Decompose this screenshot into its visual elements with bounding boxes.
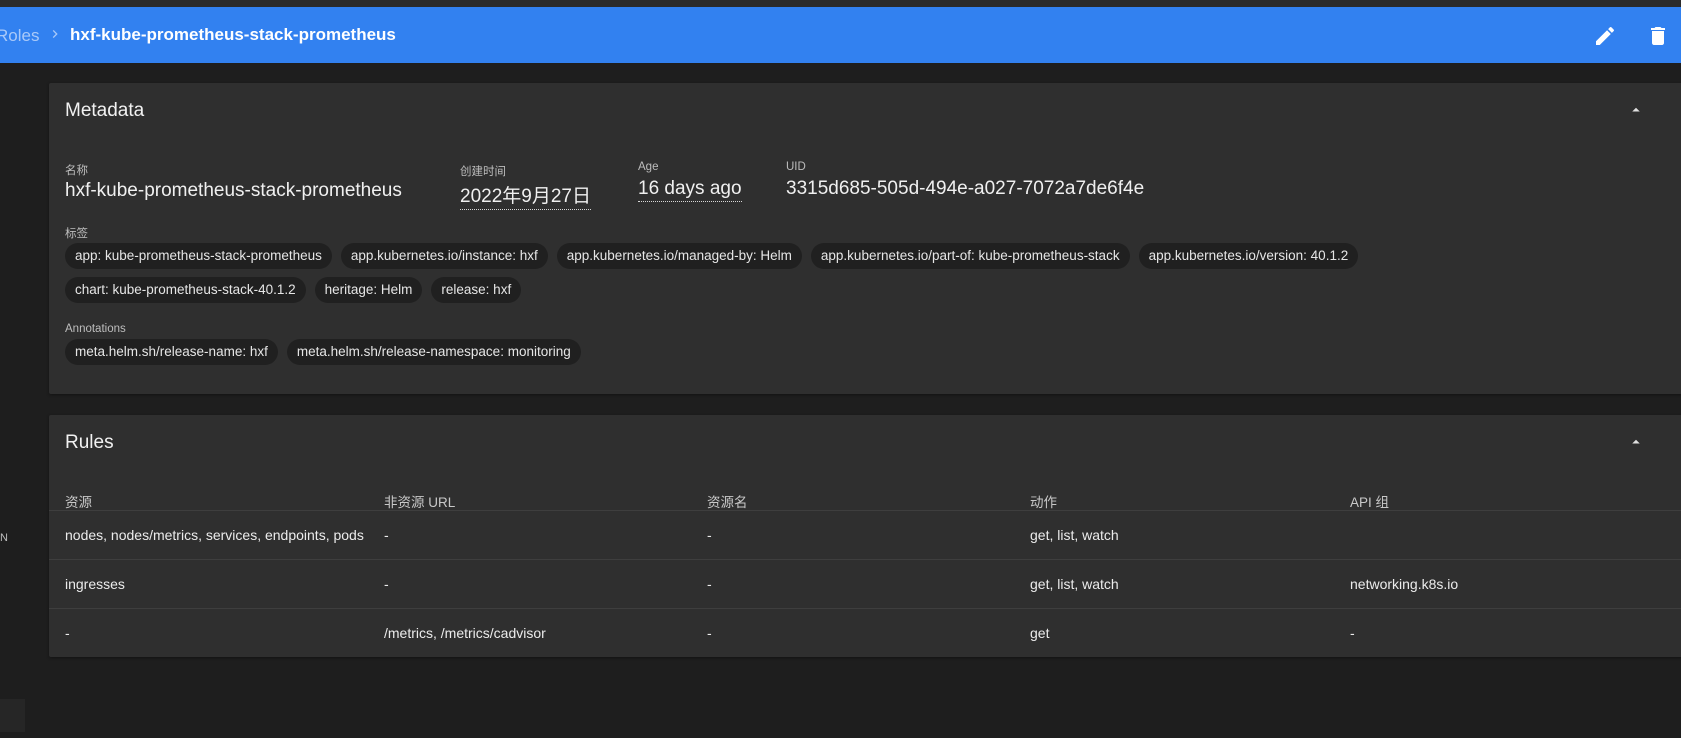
label-chip: release: hxf xyxy=(431,277,522,303)
rules-card: Rules 资源 非资源 URL 资源名 动作 API 组 nodes, nod… xyxy=(49,415,1681,657)
label-chip: app.kubernetes.io/version: 40.1.2 xyxy=(1138,243,1359,269)
label-chip: app.kubernetes.io/managed-by: Helm xyxy=(556,243,802,269)
cell-resources: nodes, nodes/metrics, services, endpoint… xyxy=(65,527,364,543)
name-label: 名称 xyxy=(65,165,88,177)
column-header-non-resource-url: 非资源 URL xyxy=(384,495,456,510)
page-title: hxf-kube-prometheus-stack-prometheus xyxy=(70,25,396,44)
label-chip: chart: kube-prometheus-stack-40.1.2 xyxy=(65,277,306,303)
label-chip: app.kubernetes.io/part-of: kube-promethe… xyxy=(810,243,1130,269)
labels-label: 标签 xyxy=(65,228,88,240)
label-chip: app.kubernetes.io/instance: hxf xyxy=(340,243,548,269)
chevron-right-icon xyxy=(52,30,58,38)
uid-value: 3315d685-505d-494e-a027-7072a7de6f4e xyxy=(786,178,1145,199)
column-header-resource-names: 资源名 xyxy=(707,495,748,510)
delete-icon[interactable] xyxy=(1646,24,1670,48)
age-value: 16 days ago xyxy=(638,178,742,202)
chevron-up-icon[interactable] xyxy=(1627,433,1645,451)
annotation-chip: meta.helm.sh/release-name: hxf xyxy=(65,339,278,365)
cell-non-resource-url: /metrics, /metrics/cadvisor xyxy=(384,625,546,641)
label-chip: heritage: Helm xyxy=(314,277,423,303)
cell-verbs: get, list, watch xyxy=(1030,527,1119,543)
metadata-card: Metadata 名称 hxf-kube-prometheus-stack-pr… xyxy=(49,83,1681,394)
table-row: - /metrics, /metrics/cadvisor - get - xyxy=(49,608,1681,658)
table-row: nodes, nodes/metrics, services, endpoint… xyxy=(49,510,1681,560)
cell-resource-names: - xyxy=(707,576,712,592)
cell-verbs: get xyxy=(1030,625,1050,641)
created-label: 创建时间 xyxy=(460,166,506,178)
chevron-up-icon[interactable] xyxy=(1627,101,1645,119)
cell-resources: - xyxy=(65,625,70,641)
cell-resource-names: - xyxy=(707,625,712,641)
window-top-strip xyxy=(0,0,1681,7)
table-row: ingresses - - get, list, watch networkin… xyxy=(49,559,1681,609)
created-value: 2022年9月27日 xyxy=(460,181,591,210)
metadata-card-title: Metadata xyxy=(65,100,145,121)
cell-api-groups: networking.k8s.io xyxy=(1350,576,1459,592)
uid-label: UID xyxy=(786,161,806,173)
labels-row-1: app: kube-prometheus-stack-prometheus ap… xyxy=(65,243,1359,269)
sidebar-item-fragment[interactable]: N xyxy=(0,532,8,544)
annotations-label: Annotations xyxy=(65,323,126,335)
cell-api-groups: - xyxy=(1350,625,1355,641)
toolbar: Roles hxf-kube-prometheus-stack-promethe… xyxy=(0,7,1681,63)
cell-non-resource-url: - xyxy=(384,576,389,592)
column-header-api-groups: API 组 xyxy=(1350,495,1390,510)
cell-non-resource-url: - xyxy=(384,527,389,543)
rules-card-title: Rules xyxy=(65,432,114,453)
age-label: Age xyxy=(638,161,659,173)
cell-resources: ingresses xyxy=(65,576,125,592)
labels-row-2: chart: kube-prometheus-stack-40.1.2 heri… xyxy=(65,277,522,303)
column-header-resources: 资源 xyxy=(65,495,92,510)
breadcrumb-parent-link[interactable]: Roles xyxy=(0,26,39,46)
column-header-verbs: 动作 xyxy=(1030,495,1057,510)
cell-resource-names: - xyxy=(707,527,712,543)
annotations-row: meta.helm.sh/release-name: hxf meta.helm… xyxy=(65,339,581,365)
edit-icon[interactable] xyxy=(1593,24,1617,48)
name-value: hxf-kube-prometheus-stack-prometheus xyxy=(65,180,402,201)
annotation-chip: meta.helm.sh/release-namespace: monitori… xyxy=(286,339,581,365)
cell-verbs: get, list, watch xyxy=(1030,576,1119,592)
label-chip: app: kube-prometheus-stack-prometheus xyxy=(65,243,332,269)
sidebar-toggle-area[interactable] xyxy=(0,699,25,732)
